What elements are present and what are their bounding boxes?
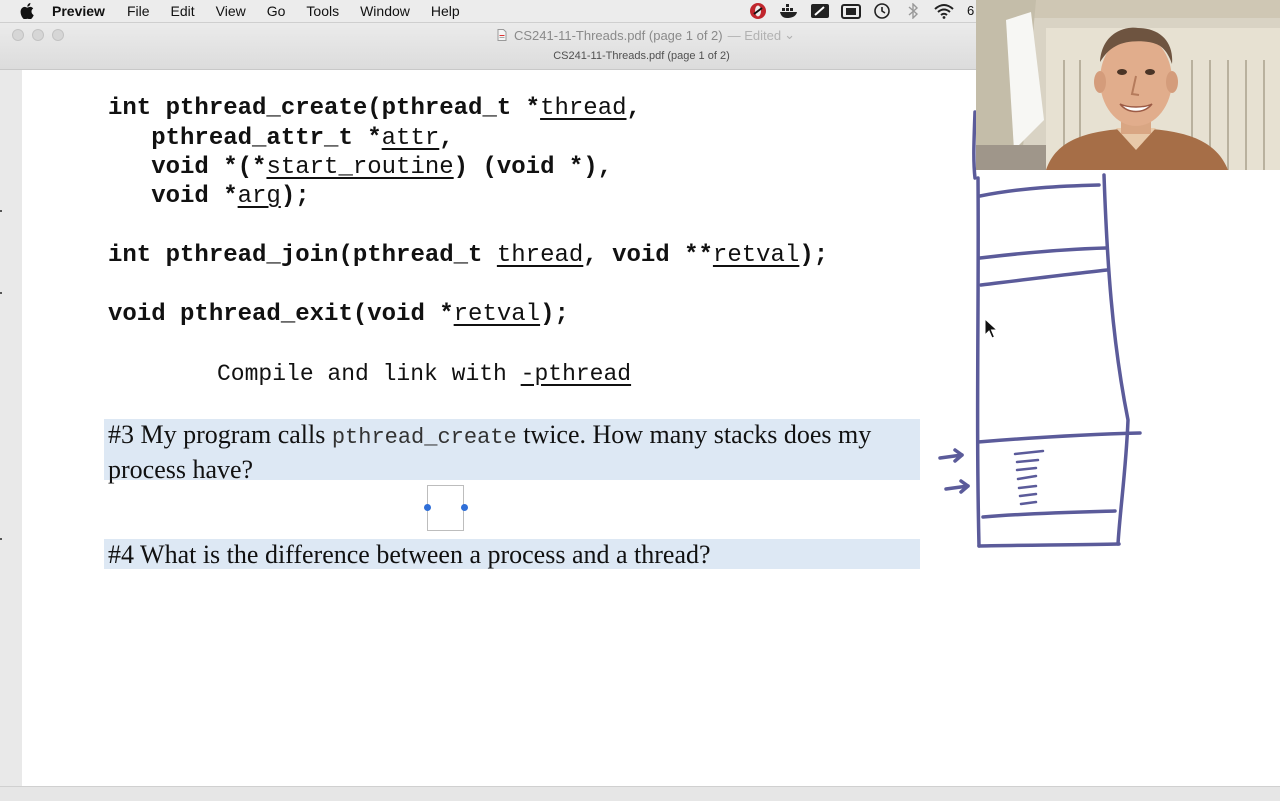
menu-tools[interactable]: Tools: [306, 3, 339, 19]
window-titlebar: CS241-11-Threads.pdf (page 1 of 2) — Edi…: [0, 23, 976, 70]
question-3: #3 My program calls pthread_create twice…: [104, 419, 920, 484]
window-title[interactable]: CS241-11-Threads.pdf (page 1 of 2) — Edi…: [497, 27, 795, 43]
screenshot-icon[interactable]: [841, 3, 861, 19]
param-thread: thread: [496, 242, 584, 269]
bluetooth-icon[interactable]: [903, 3, 923, 19]
time-machine-icon[interactable]: [872, 3, 892, 19]
compile-note: Compile and link with -pthread: [217, 360, 631, 388]
menu-window[interactable]: Window: [360, 3, 410, 19]
code-text: void *: [108, 183, 238, 210]
code-line-start-routine: void *(*start_routine) (void *),: [108, 154, 612, 182]
code-text: , void **: [583, 242, 713, 269]
code-text: ) (void *),: [453, 154, 613, 181]
code-line-pthread-join: int pthread_join(pthread_t thread, void …: [108, 242, 828, 270]
question-text: #4 What is the difference between a proc…: [108, 540, 711, 569]
param-retval: retval: [453, 301, 541, 328]
code-text: );: [280, 183, 310, 210]
close-button[interactable]: [12, 29, 24, 41]
gutter-mark: [0, 292, 2, 294]
apple-menu-icon[interactable]: [20, 3, 34, 19]
edited-label: — Edited: [727, 27, 782, 43]
code-text: void pthread_exit(void *: [108, 301, 454, 328]
opera-icon[interactable]: [748, 3, 768, 19]
code-text: ,: [439, 125, 454, 152]
code-text: );: [540, 301, 569, 328]
wifi-icon[interactable]: [934, 3, 954, 19]
menu-file[interactable]: File: [127, 3, 150, 19]
param-attr: attr: [381, 125, 440, 152]
window-bottom-edge: [0, 786, 1280, 801]
question-text: #3 My program calls: [108, 420, 332, 449]
selection-handle-right[interactable]: [461, 504, 468, 511]
battery-percent: 6: [967, 3, 975, 18]
screen-annotation-icon[interactable]: [810, 3, 830, 19]
pdf-document-icon: [497, 29, 507, 41]
menu-edit[interactable]: Edit: [171, 3, 195, 19]
code-text: ,: [626, 95, 641, 122]
annotation-box[interactable]: [427, 485, 464, 531]
menu-go[interactable]: Go: [267, 3, 286, 19]
zoom-button[interactable]: [52, 29, 64, 41]
webcam-feed: [976, 0, 1280, 170]
param-thread: thread: [540, 95, 627, 122]
compile-flag: -pthread: [520, 361, 632, 387]
code-text: int pthread_create(pthread_t *: [108, 95, 541, 122]
gutter-mark: [0, 538, 2, 540]
code-line-arg: void *arg);: [108, 183, 310, 211]
sidebar-gutter: [0, 70, 22, 800]
docker-icon[interactable]: [779, 3, 799, 19]
param-start-routine: start_routine: [266, 154, 454, 181]
menu-view[interactable]: View: [216, 3, 246, 19]
question-code: pthread_create: [331, 425, 517, 450]
minimize-button[interactable]: [32, 29, 44, 41]
code-line-pthread-create: int pthread_create(pthread_t *thread,: [108, 95, 641, 123]
param-retval: retval: [712, 242, 800, 269]
selection-handle-left[interactable]: [424, 504, 431, 511]
code-text: int pthread_join(pthread_t: [108, 242, 497, 269]
code-line-attr: pthread_attr_t *attr,: [108, 125, 454, 153]
status-icons: [748, 0, 965, 22]
gutter-mark: [0, 210, 2, 212]
chevron-down-icon[interactable]: ⌄: [784, 27, 795, 43]
menu-help[interactable]: Help: [431, 3, 460, 19]
menu-app-name[interactable]: Preview: [52, 3, 105, 19]
code-text: void *(*: [108, 154, 267, 181]
code-line-pthread-exit: void pthread_exit(void *retval);: [108, 301, 569, 329]
window-title-text: CS241-11-Threads.pdf (page 1 of 2): [514, 27, 723, 43]
mouse-cursor-icon: [984, 318, 998, 339]
question-4: #4 What is the difference between a proc…: [104, 539, 920, 569]
compile-text: Compile and link with: [217, 361, 521, 387]
presenter-video-image: [976, 0, 1280, 170]
code-text: pthread_attr_t *: [108, 125, 382, 152]
param-arg: arg: [237, 183, 281, 210]
code-text: );: [799, 242, 829, 269]
